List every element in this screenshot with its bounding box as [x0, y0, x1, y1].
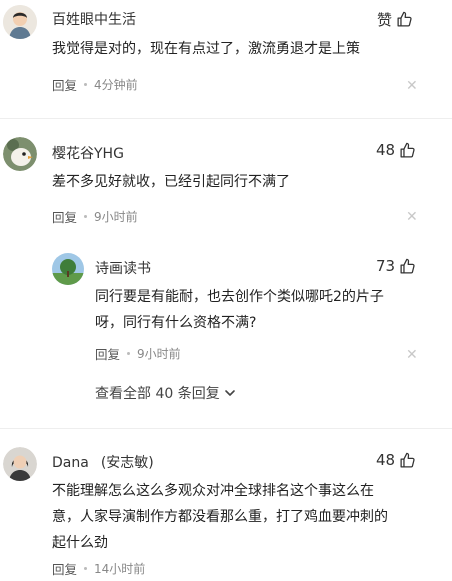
comment-username[interactable]: Dana (安志敏) [52, 452, 154, 472]
thumbs-up-icon [400, 142, 415, 158]
comment-text: 我觉得是对的，现在有点过了，激流勇退才是上策 [52, 41, 360, 57]
thumbs-up-icon [400, 258, 415, 274]
reply-button[interactable]: 回复 [52, 559, 77, 578]
comment-username[interactable]: 樱花谷YHG [52, 143, 124, 163]
avatar[interactable] [3, 5, 37, 39]
avatar-image [52, 253, 84, 285]
close-icon[interactable]: ✕ [406, 79, 418, 93]
separator-dot [127, 352, 131, 355]
avatar[interactable] [52, 253, 84, 285]
reply-meta: 回复 9小时前 [95, 344, 181, 363]
like-button[interactable]: 73 [376, 257, 416, 275]
comment-text: 不能理解怎么这么多观众对冲全球排名这个事这么在 意，人家导演制作方都没看那么重，… [52, 478, 388, 556]
reply-text-line: 呀，同行有什么资格不满? [95, 315, 257, 331]
like-button[interactable]: 48 [376, 451, 416, 469]
avatar[interactable] [3, 137, 37, 171]
avatar-image [3, 137, 37, 171]
separator-dot [84, 215, 88, 218]
reply-button[interactable]: 回复 [52, 207, 77, 226]
chevron-down-icon [224, 390, 235, 396]
comment-meta: 回复 9小时前 [52, 207, 138, 226]
reply-button[interactable]: 回复 [95, 344, 120, 363]
comment-time: 4分钟前 [94, 78, 138, 92]
close-icon[interactable]: ✕ [406, 348, 418, 362]
comment-meta: 回复 4分钟前 [52, 75, 138, 94]
avatar-image [3, 5, 37, 39]
reply-username[interactable]: 诗画读书 [95, 258, 151, 278]
divider [0, 118, 452, 119]
reply-button[interactable]: 回复 [52, 75, 77, 94]
thumbs-up-icon [400, 452, 415, 468]
comment-text-line: 不能理解怎么这么多观众对冲全球排名这个事这么在 [52, 483, 374, 499]
view-all-label: 查看全部 40 条回复 [95, 386, 220, 402]
divider [0, 428, 452, 429]
like-label: 赞 [377, 11, 393, 29]
reply-text-line: 同行要是有能耐，也去创作个类似哪吒2的片子 [95, 289, 384, 305]
comment-text-line: 意，人家导演制作方都没看那么重，打了鸡血要冲刺的 [52, 509, 388, 525]
comment-time: 14小时前 [94, 562, 146, 576]
comment-meta: 回复 14小时前 [52, 559, 145, 578]
reply-time: 9小时前 [137, 347, 181, 361]
comment-text: 差不多见好就收，已经引起同行不满了 [52, 174, 290, 190]
view-all-replies-button[interactable]: 查看全部 40 条回复 [95, 383, 236, 403]
username-primary: Dana [52, 455, 89, 471]
separator-dot [84, 83, 88, 86]
comment-text-line: 起什么劲 [52, 535, 108, 551]
like-count: 48 [376, 451, 396, 469]
like-count: 73 [376, 257, 396, 275]
comment-username[interactable]: 百姓眼中生活 [52, 9, 136, 29]
username-alias: (安志敏) [100, 455, 154, 471]
close-icon[interactable]: ✕ [406, 210, 418, 224]
separator-dot [84, 567, 88, 570]
avatar-image [3, 447, 37, 481]
like-button[interactable]: 48 [376, 141, 416, 159]
like-count: 48 [376, 141, 396, 159]
avatar[interactable] [3, 447, 37, 481]
reply-text: 同行要是有能耐，也去创作个类似哪吒2的片子 呀，同行有什么资格不满? [95, 284, 384, 336]
comment-time: 9小时前 [94, 210, 138, 224]
thumbs-up-icon [397, 11, 412, 27]
like-button[interactable]: 赞 [377, 9, 413, 30]
